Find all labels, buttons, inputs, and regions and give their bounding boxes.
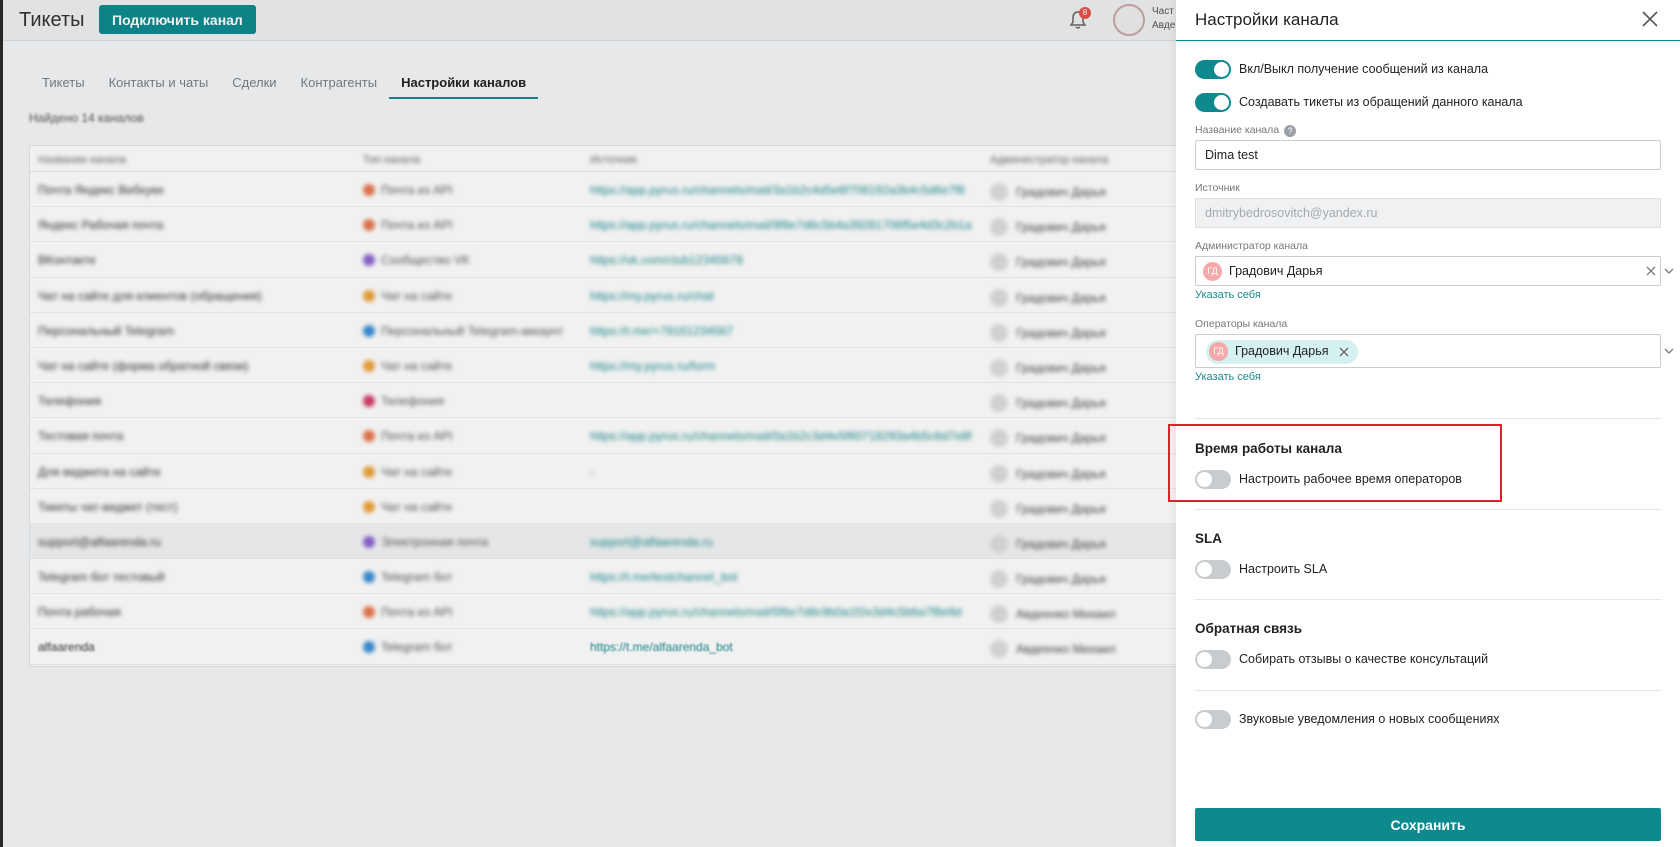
divider xyxy=(1195,418,1661,419)
chevron-down-icon[interactable] xyxy=(1663,345,1675,357)
operator-chip-label: Градович Дарья xyxy=(1235,344,1329,358)
chip-remove-icon[interactable] xyxy=(1338,346,1350,358)
toggle-work-time[interactable] xyxy=(1195,470,1231,489)
admin-label: Администратор канала xyxy=(1195,240,1308,252)
toggle-receive-messages[interactable] xyxy=(1195,60,1231,79)
operators-set-self-link[interactable]: Указать себя xyxy=(1195,371,1261,383)
toggle-sla-label: Настроить SLA xyxy=(1239,562,1328,576)
toggle-sla[interactable] xyxy=(1195,560,1231,579)
toggle-sound[interactable] xyxy=(1195,710,1231,729)
operator-chip: ГД Градович Дарья xyxy=(1206,340,1358,364)
admin-select[interactable]: ГД Градович Дарья xyxy=(1195,256,1674,286)
divider xyxy=(1195,690,1661,691)
admin-avatar: ГД xyxy=(1203,262,1222,281)
divider xyxy=(1195,599,1661,600)
channel-name-field[interactable]: Dima test xyxy=(1195,140,1661,170)
toggle-receive-messages-label: Вкл/Выкл получение сообщений из канала xyxy=(1239,62,1489,76)
divider xyxy=(1195,509,1661,510)
source-field: dmitrybedrosovitch@yandex.ru xyxy=(1195,198,1661,228)
drawer-header: Настройки канала xyxy=(1176,0,1680,41)
operators-label: Операторы канала xyxy=(1195,318,1288,330)
work-time-title: Время работы канала xyxy=(1195,441,1342,456)
toggle-create-tickets-label: Создавать тикеты из обращений данного ка… xyxy=(1239,95,1523,109)
help-icon[interactable]: ? xyxy=(1284,125,1297,137)
save-button[interactable]: Сохранить xyxy=(1195,808,1661,841)
feedback-title: Обратная связь xyxy=(1195,621,1303,636)
admin-set-self-link[interactable]: Указать себя xyxy=(1195,289,1261,301)
clear-icon[interactable] xyxy=(1645,265,1657,277)
toggle-feedback-label: Собирать отзывы о качестве консультаций xyxy=(1239,652,1489,666)
toggle-sound-label: Звуковые уведомления о новых сообщениях xyxy=(1239,712,1500,726)
chevron-down-icon[interactable] xyxy=(1663,265,1675,277)
toggle-work-time-label: Настроить рабочее время операторов xyxy=(1239,472,1462,486)
channel-name-label: Название канала? xyxy=(1195,124,1297,137)
close-icon[interactable] xyxy=(1640,9,1660,29)
toggle-create-tickets[interactable] xyxy=(1195,93,1231,112)
modal-overlay[interactable] xyxy=(0,0,1178,847)
toggle-feedback[interactable] xyxy=(1195,650,1231,669)
operators-select[interactable]: ГД Градович Дарья xyxy=(1195,334,1674,368)
sla-title: SLA xyxy=(1195,531,1222,546)
operator-avatar: ГД xyxy=(1209,342,1228,361)
admin-value: Градович Дарья xyxy=(1229,264,1323,278)
drawer-title: Настройки канала xyxy=(1195,10,1339,29)
source-label: Источник xyxy=(1195,182,1240,194)
channel-settings-drawer: Настройки канала Вкл/Выкл получение сооб… xyxy=(1176,0,1680,847)
